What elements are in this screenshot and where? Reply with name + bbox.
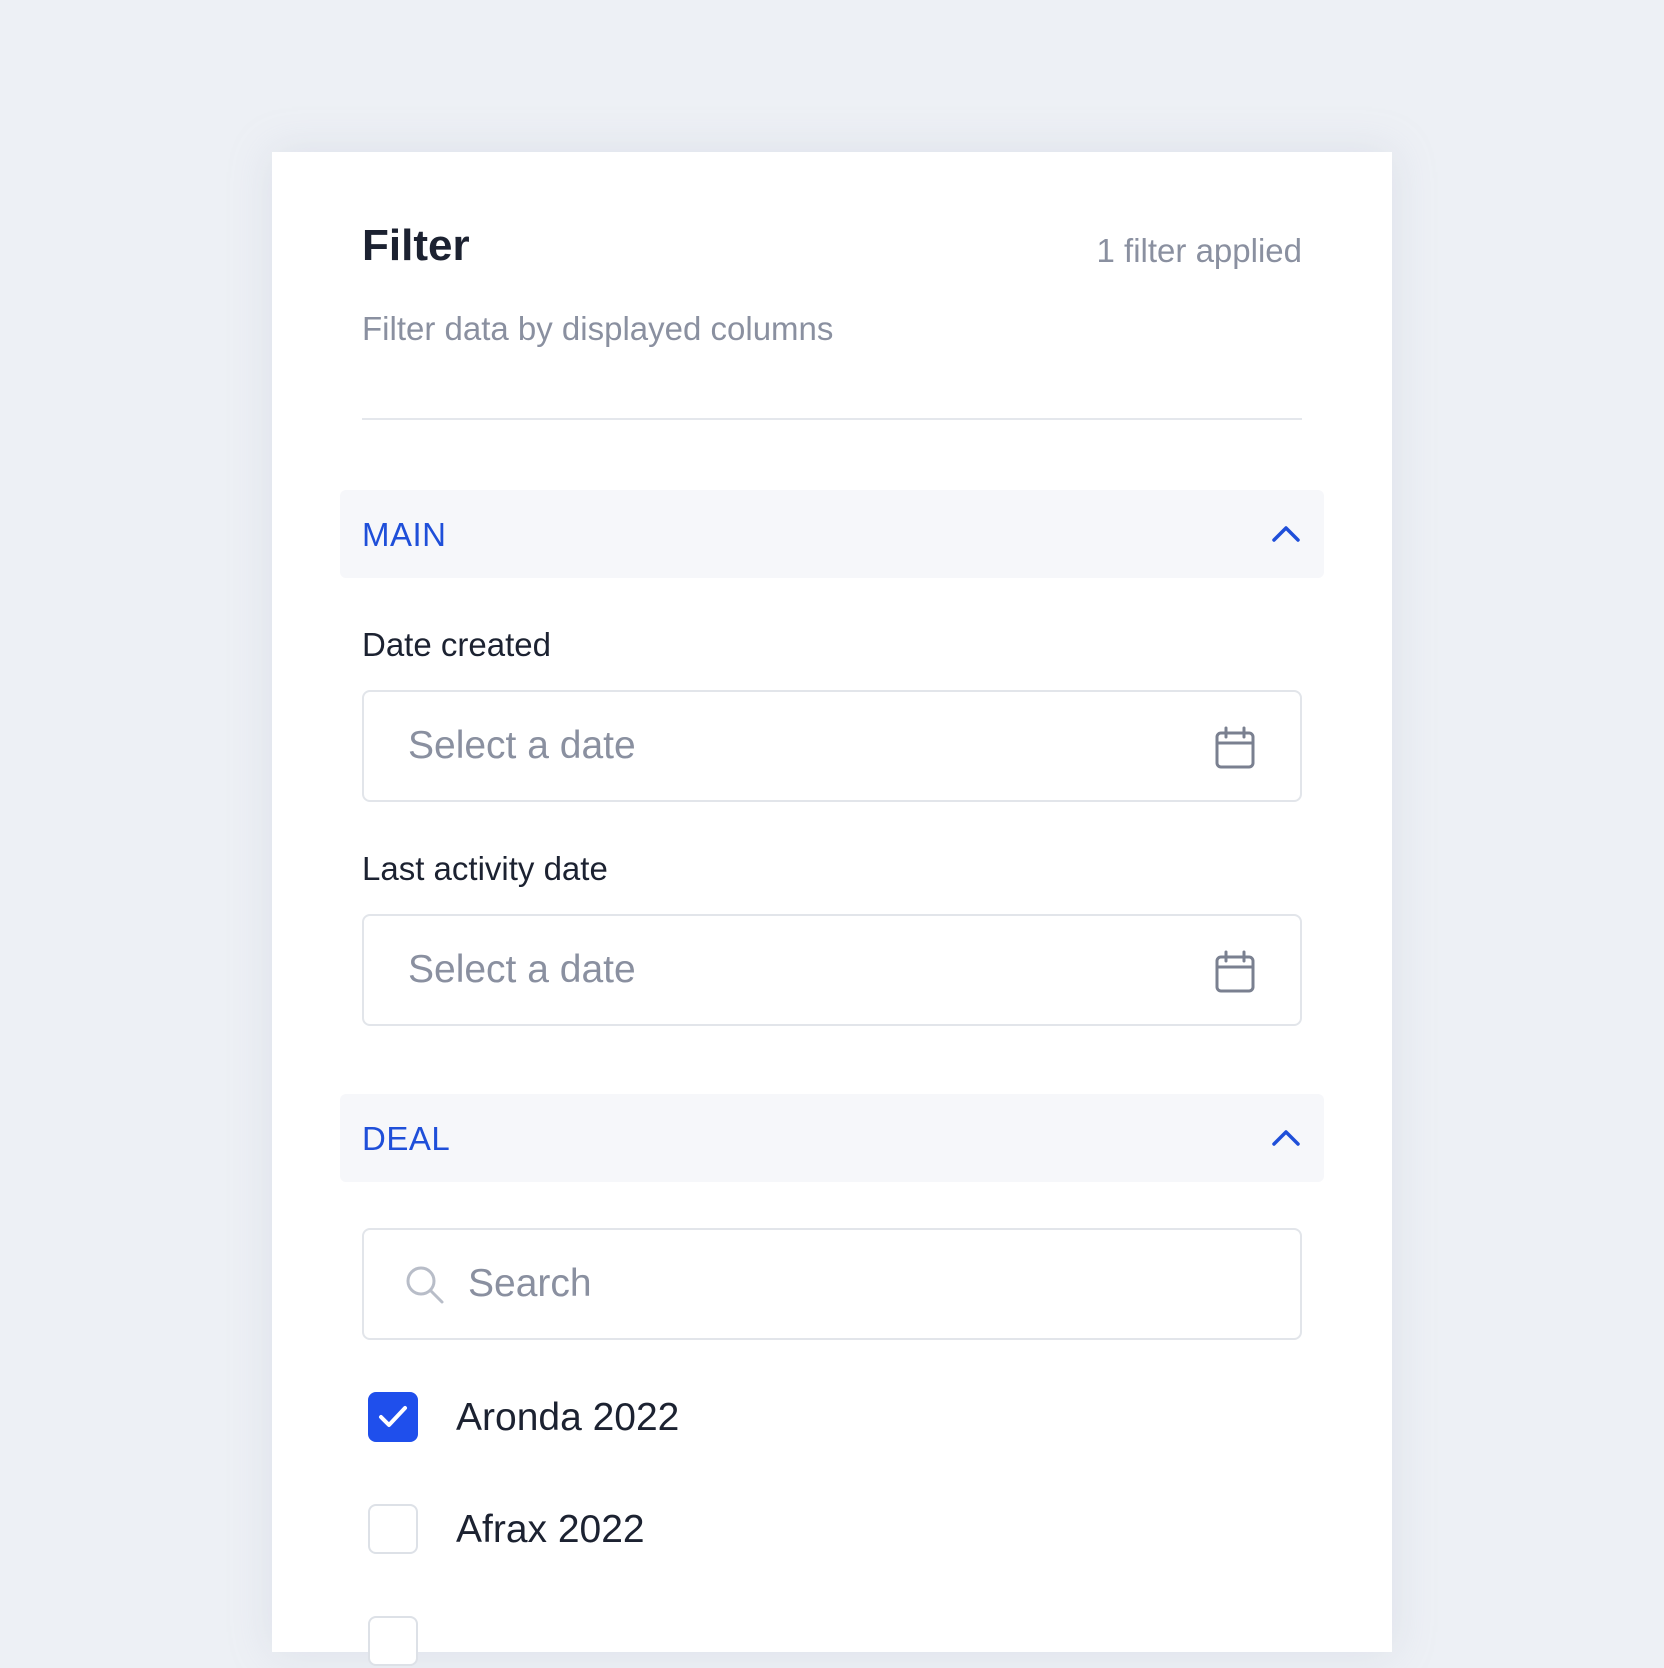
deal-option-label: Aronda 2022: [456, 1396, 680, 1439]
deal-search-input[interactable]: Search: [362, 1228, 1302, 1340]
deal-option-checkbox[interactable]: [368, 1392, 418, 1442]
date-created-label: Date created: [362, 626, 551, 663]
filter-applied-count: 1 filter applied: [1096, 232, 1302, 269]
section-label-deal: DEAL: [362, 1120, 451, 1157]
filter-panel: Filter 1 filter applied Filter data by d…: [272, 152, 1392, 1666]
deal-search-placeholder: Search: [468, 1262, 592, 1305]
check-icon: [379, 1406, 407, 1427]
section-header-deal[interactable]: DEAL: [340, 1094, 1324, 1182]
calendar-icon[interactable]: [1214, 950, 1256, 994]
header-divider: [362, 418, 1302, 420]
last-activity-date-placeholder: Select a date: [408, 948, 636, 991]
search-icon: [406, 1266, 444, 1304]
last-activity-date-label: Last activity date: [362, 850, 608, 887]
filter-title: Filter: [362, 221, 470, 270]
date-created-placeholder: Select a date: [408, 724, 636, 767]
calendar-icon[interactable]: [1214, 726, 1256, 770]
chevron-up-icon: [1272, 1130, 1300, 1146]
chevron-up-icon: [1272, 526, 1300, 542]
last-activity-date-input[interactable]: Select a date: [362, 914, 1302, 1026]
section-label-main: MAIN: [362, 516, 447, 553]
filter-subtitle: Filter data by displayed columns: [362, 310, 834, 347]
deal-option-label: Afrax 2022: [456, 1508, 645, 1551]
deal-option-checkbox[interactable]: [368, 1504, 418, 1554]
section-header-main[interactable]: MAIN: [340, 490, 1324, 578]
deal-option-checkbox[interactable]: [368, 1616, 418, 1666]
date-created-input[interactable]: Select a date: [362, 690, 1302, 802]
